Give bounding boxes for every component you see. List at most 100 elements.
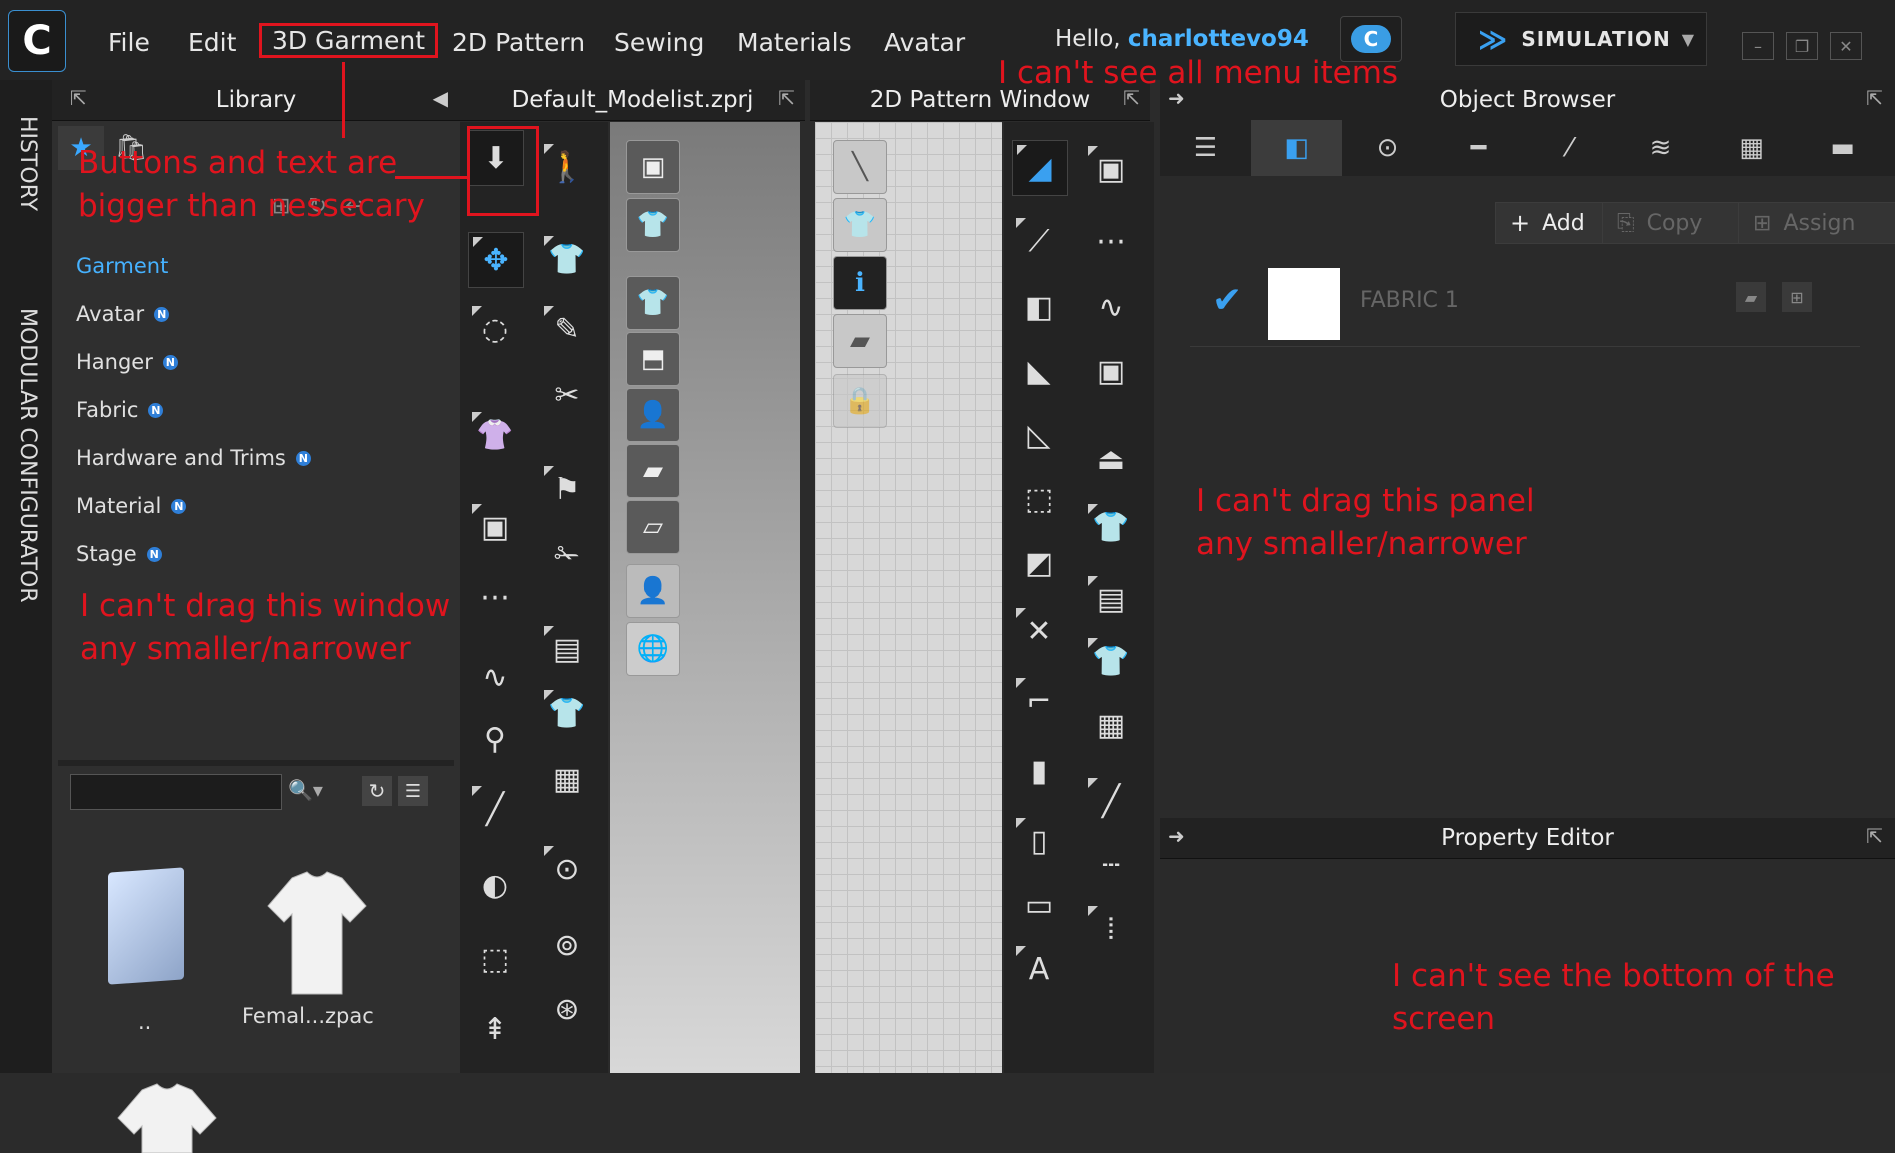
tool-cut-icon[interactable]: ✕ <box>1012 604 1066 658</box>
fabric-list-item[interactable]: ✔ FABRIC 1 ▰ ⊞ <box>1190 262 1860 347</box>
tool-line-icon[interactable]: ╱ <box>468 782 522 836</box>
tool-fit-icon[interactable]: 👚 <box>468 408 522 462</box>
fabric-add-icon[interactable]: ⊞ <box>1782 282 1812 312</box>
tool-segment-icon[interactable]: ⚑ <box>540 462 594 516</box>
undock-icon[interactable]: ⇱ <box>778 86 795 110</box>
undock-icon[interactable]: ⇱ <box>70 86 87 110</box>
sidebar-history-tab[interactable]: HISTORY <box>15 116 40 211</box>
tool-free-sew-2d-icon[interactable]: ∿ <box>1084 280 1138 334</box>
library-item-hanger[interactable]: Hanger N <box>76 338 311 386</box>
tool-edit-point-icon[interactable]: ⟋ <box>1012 214 1066 268</box>
tool-checker-2d-icon[interactable]: ▦ <box>1084 698 1138 752</box>
tool-steam-iron-icon[interactable]: ⏏ <box>1084 432 1138 486</box>
username[interactable]: charlottevo94 <box>1128 26 1309 52</box>
tool-free-sew-icon[interactable]: ∿ <box>468 650 522 704</box>
show-avatar-icon[interactable]: 👤 <box>626 388 680 442</box>
minimize-icon[interactable]: – <box>1742 32 1774 60</box>
library-item-hardware-trims[interactable]: Hardware and Trims N <box>76 434 311 482</box>
sidebar-modular-configurator-tab[interactable]: MODULAR CONFIGURATOR <box>15 308 40 603</box>
close-icon[interactable]: ✕ <box>1830 32 1862 60</box>
undock-icon[interactable]: ⇱ <box>1866 86 1883 110</box>
measure-tab-icon[interactable]: ▬ <box>1797 120 1888 176</box>
tool-hole-icon[interactable]: ◐ <box>468 858 522 912</box>
tool-dashed-line-icon[interactable]: ┄ <box>1084 838 1138 892</box>
menu-avatar[interactable]: Avatar <box>884 28 965 57</box>
tool-pin-icon[interactable]: ✎ <box>540 302 594 356</box>
info-icon[interactable]: ℹ <box>833 256 887 310</box>
copy-button[interactable]: ⎘ Copy <box>1602 202 1752 244</box>
chevron-down-icon[interactable]: ▼ <box>1682 30 1694 49</box>
app-logo-icon[interactable]: C <box>8 10 66 72</box>
tool-move-icon[interactable]: ✥ <box>468 232 524 288</box>
tool-pattern-checker-icon[interactable]: ▦ <box>540 752 594 806</box>
button-tab-icon[interactable]: ⊙ <box>1342 120 1433 176</box>
menu-sewing[interactable]: Sewing <box>614 28 704 57</box>
tool-avatar-sew-icon[interactable]: ⚲ <box>468 712 522 766</box>
tool-tape-icon[interactable]: ▤ <box>540 622 594 676</box>
tool-buttonhole-icon[interactable]: ⊛ <box>540 982 594 1036</box>
tool-ruler-icon[interactable]: ▯ <box>1012 814 1066 868</box>
menu-materials[interactable]: Materials <box>737 28 852 57</box>
tshirt-thumbnail-icon[interactable] <box>112 1080 222 1153</box>
tool-tack-icon[interactable]: ✂ <box>540 368 594 422</box>
tool-garment-select-icon[interactable]: 👕 <box>540 232 594 286</box>
tool-topstitch-icon[interactable]: ╱ <box>1084 774 1138 828</box>
tool-texture-2d-icon[interactable]: ▤ <box>1084 572 1138 626</box>
tool-fold-icon[interactable]: ✁ <box>540 528 594 582</box>
tool-sew-icon[interactable]: ▣ <box>468 500 522 554</box>
show-texture-icon[interactable]: ▱ <box>626 500 680 554</box>
tool-transform-pattern-icon[interactable]: ◢ <box>1012 140 1068 196</box>
refresh-icon[interactable]: ↻ <box>362 776 392 806</box>
show-needle-icon[interactable]: ╲ <box>833 140 887 194</box>
library-search-input[interactable] <box>70 774 282 810</box>
tool-check-sew-icon[interactable]: ▣ <box>1084 344 1138 398</box>
menu-file[interactable]: File <box>108 28 150 57</box>
tool-zipper-2d-icon[interactable]: ⦙ <box>1084 902 1138 956</box>
view-cube-icon[interactable]: ▣ <box>626 140 680 194</box>
search-icon[interactable]: 🔍▾ <box>288 778 323 802</box>
view-garment-icon[interactable]: 👕 <box>626 198 680 252</box>
fabric-tab-icon[interactable]: ◧ <box>1251 120 1342 176</box>
tool-segment-sew-2d-icon[interactable]: ⋯ <box>1084 214 1138 268</box>
library-item-fabric[interactable]: Fabric N <box>76 386 311 434</box>
tool-texture-icon[interactable]: 👕 <box>540 686 594 740</box>
menu-2d-pattern[interactable]: 2D Pattern <box>452 28 585 57</box>
show-fabric-icon[interactable]: ▰ <box>626 444 680 498</box>
folder-icon[interactable] <box>108 867 184 985</box>
tool-internal-polygon-icon[interactable]: ◺ <box>1012 408 1066 462</box>
library-item-material[interactable]: Material N <box>76 482 311 530</box>
tool-graphic-icon[interactable]: 👕 <box>1084 634 1138 688</box>
tool-avatar-walk-icon[interactable]: 🚶 <box>540 140 594 194</box>
graphic-tab-icon[interactable]: ▦ <box>1706 120 1797 176</box>
simulation-button[interactable]: ≫ SIMULATION ▼ <box>1455 12 1707 66</box>
tool-button-place-icon[interactable]: ⊚ <box>540 918 594 972</box>
undock-icon[interactable]: ⇱ <box>1866 824 1883 848</box>
topstitch-tab-icon[interactable]: ⁄ <box>1524 120 1615 176</box>
menu-3d-garment[interactable]: 3D Garment <box>258 23 439 58</box>
tool-segment-sew-icon[interactable]: ⋯ <box>468 570 522 624</box>
tool-notch-icon[interactable]: ⌐ <box>1012 674 1066 728</box>
tool-lasso-icon[interactable]: ◌ <box>468 302 522 356</box>
list-icon[interactable]: ☰ <box>1160 120 1251 176</box>
add-button[interactable]: + Add <box>1495 202 1617 244</box>
lock-pattern-icon[interactable]: 🔒 <box>833 374 887 428</box>
avatar-silhouette-icon[interactable]: 👤 <box>626 564 680 618</box>
tool-zipper-icon[interactable]: ⬚ <box>468 932 522 986</box>
tool-measure-icon[interactable]: ▭ <box>1012 878 1066 932</box>
tool-puckering-icon[interactable]: ⇞ <box>468 1002 522 1056</box>
library-item-stage[interactable]: Stage N <box>76 530 311 578</box>
list-view-icon[interactable]: ☰ <box>398 776 428 806</box>
library-item-garment[interactable]: Garment <box>76 242 311 290</box>
assign-button[interactable]: ⊞ Assign <box>1738 202 1895 244</box>
check-icon[interactable]: ✔ <box>1212 280 1242 321</box>
show-3d-pattern-icon[interactable]: ⬒ <box>626 332 680 386</box>
tool-internal-rect-icon[interactable]: ⬚ <box>1012 472 1066 526</box>
restore-icon[interactable]: ❐ <box>1786 32 1818 60</box>
puckering-tab-icon[interactable]: ≋ <box>1615 120 1706 176</box>
tool-polygon-icon[interactable]: ◧ <box>1012 280 1066 334</box>
show-pattern-shirt-icon[interactable]: 👕 <box>833 198 887 252</box>
arrow-right-icon[interactable]: ➜ <box>1168 824 1185 848</box>
tool-rectangle-icon[interactable]: ◣ <box>1012 344 1066 398</box>
collapse-arrow-icon[interactable]: ◀ <box>433 86 448 110</box>
2d-pattern-canvas[interactable]: ╲ 👕 ℹ ▰ 🔒 <box>815 122 1002 1073</box>
